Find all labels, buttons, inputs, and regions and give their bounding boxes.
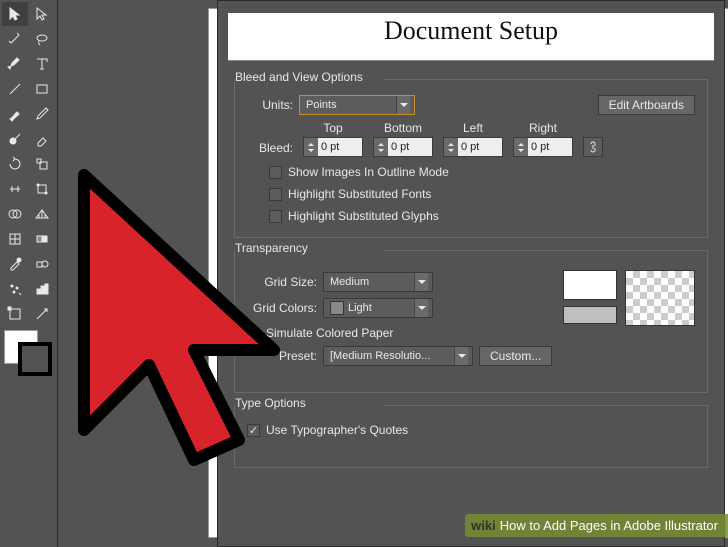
show-images-label: Show Images In Outline Mode bbox=[288, 165, 449, 179]
stroke-swatch[interactable] bbox=[18, 342, 52, 376]
chevron-down-icon bbox=[454, 347, 468, 365]
bleed-view-group: Bleed and View Options Units: Points Edi… bbox=[234, 79, 708, 238]
preset-dropdown[interactable]: [Medium Resolutio... bbox=[323, 346, 473, 366]
grid-size-dropdown[interactable]: Medium bbox=[323, 272, 433, 292]
bleed-top-input[interactable] bbox=[303, 137, 363, 157]
group-title-type: Type Options bbox=[235, 396, 312, 410]
chevron-down-icon bbox=[396, 96, 410, 114]
type-options-group: Type Options Use Typographer's Quotes bbox=[234, 405, 708, 468]
transparency-grid-preview bbox=[625, 270, 695, 326]
dialog-title: Document Setup bbox=[228, 13, 714, 61]
show-images-checkbox[interactable] bbox=[269, 166, 282, 179]
tool-width[interactable] bbox=[2, 177, 28, 201]
tool-free-transform[interactable] bbox=[29, 177, 55, 201]
tool-line[interactable] bbox=[2, 77, 28, 101]
grid-size-value: Medium bbox=[330, 276, 369, 288]
bleed-label: Bleed: bbox=[247, 141, 293, 157]
bleed-link-button[interactable] bbox=[583, 137, 603, 157]
highlight-fonts-label: Highlight Substituted Fonts bbox=[288, 187, 431, 201]
watermark-brand: wiki bbox=[471, 518, 496, 533]
tool-symbol-sprayer[interactable] bbox=[2, 277, 28, 301]
bleed-top-value[interactable] bbox=[318, 138, 362, 156]
tool-shape-builder[interactable] bbox=[2, 202, 28, 226]
grid-size-label: Grid Size: bbox=[247, 275, 317, 289]
bleed-left-value[interactable] bbox=[458, 138, 502, 156]
group-title-transparency: Transparency bbox=[235, 241, 314, 255]
bleed-bottom-input[interactable] bbox=[373, 137, 433, 157]
highlight-glyphs-checkbox[interactable] bbox=[269, 210, 282, 223]
grid-colors-dropdown[interactable]: Light bbox=[323, 298, 433, 318]
color-chip-icon bbox=[330, 301, 344, 315]
typographers-quotes-label: Use Typographer's Quotes bbox=[266, 423, 408, 437]
document-setup-dialog: Document Setup Bleed and View Options Un… bbox=[217, 0, 725, 547]
simulate-paper-label: Simulate Colored Paper bbox=[266, 326, 393, 340]
bleed-bottom-label: Bottom bbox=[384, 121, 422, 135]
tool-gradient[interactable] bbox=[29, 227, 55, 251]
edit-artboards-button[interactable]: Edit Artboards bbox=[598, 95, 695, 115]
bleed-left-input[interactable] bbox=[443, 137, 503, 157]
tool-rectangle[interactable] bbox=[29, 77, 55, 101]
typographers-quotes-checkbox[interactable] bbox=[247, 424, 260, 437]
tool-blob-brush[interactable] bbox=[2, 127, 28, 151]
tool-magic-wand[interactable] bbox=[2, 27, 28, 51]
units-value: Points bbox=[306, 99, 337, 111]
tool-mesh[interactable] bbox=[2, 227, 28, 251]
highlight-fonts-checkbox[interactable] bbox=[269, 188, 282, 201]
tool-eyedropper[interactable] bbox=[2, 252, 28, 276]
tool-perspective[interactable] bbox=[29, 202, 55, 226]
bleed-right-value[interactable] bbox=[528, 138, 572, 156]
tool-rotate[interactable] bbox=[2, 152, 28, 176]
tool-selection[interactable] bbox=[2, 2, 28, 26]
tool-lasso[interactable] bbox=[29, 27, 55, 51]
tool-artboard[interactable] bbox=[2, 302, 28, 326]
watermark: wiki How to Add Pages in Adobe Illustrat… bbox=[465, 514, 728, 537]
highlight-glyphs-label: Highlight Substituted Glyphs bbox=[288, 209, 439, 223]
bleed-bottom-value[interactable] bbox=[388, 138, 432, 156]
preset-label: Preset: bbox=[247, 349, 317, 363]
tool-type[interactable] bbox=[29, 52, 55, 76]
grid-colors-value: Light bbox=[348, 302, 372, 314]
bleed-right-label: Right bbox=[529, 121, 557, 135]
tool-eraser[interactable] bbox=[29, 127, 55, 151]
transparency-group: Transparency Grid Size: Medium Grid Colo… bbox=[234, 250, 708, 393]
tool-paintbrush[interactable] bbox=[2, 102, 28, 126]
tool-scale[interactable] bbox=[29, 152, 55, 176]
bleed-top-label: Top bbox=[323, 121, 342, 135]
simulate-paper-checkbox[interactable] bbox=[247, 327, 260, 340]
preset-value: [Medium Resolutio... bbox=[330, 350, 430, 362]
units-label: Units: bbox=[247, 98, 293, 112]
tools-panel bbox=[0, 0, 58, 547]
units-dropdown[interactable]: Points bbox=[299, 95, 415, 115]
chevron-down-icon bbox=[414, 273, 428, 291]
bleed-right-input[interactable] bbox=[513, 137, 573, 157]
bleed-left-label: Left bbox=[463, 121, 483, 135]
grid-colors-label: Grid Colors: bbox=[247, 301, 317, 315]
transparency-swatches bbox=[563, 270, 617, 326]
group-title-bleed: Bleed and View Options bbox=[235, 70, 369, 84]
tool-direct-selection[interactable] bbox=[29, 2, 55, 26]
watermark-text: How to Add Pages in Adobe Illustrator bbox=[500, 518, 718, 533]
fill-stroke-swatches[interactable] bbox=[2, 330, 55, 380]
tool-pen[interactable] bbox=[2, 52, 28, 76]
tool-graph[interactable] bbox=[29, 277, 55, 301]
custom-button[interactable]: Custom... bbox=[479, 346, 552, 366]
chevron-down-icon bbox=[414, 299, 428, 317]
swatch-gray[interactable] bbox=[563, 306, 617, 324]
tool-blend[interactable] bbox=[29, 252, 55, 276]
tool-pencil[interactable] bbox=[29, 102, 55, 126]
swatch-white[interactable] bbox=[563, 270, 617, 300]
tool-slice[interactable] bbox=[29, 302, 55, 326]
